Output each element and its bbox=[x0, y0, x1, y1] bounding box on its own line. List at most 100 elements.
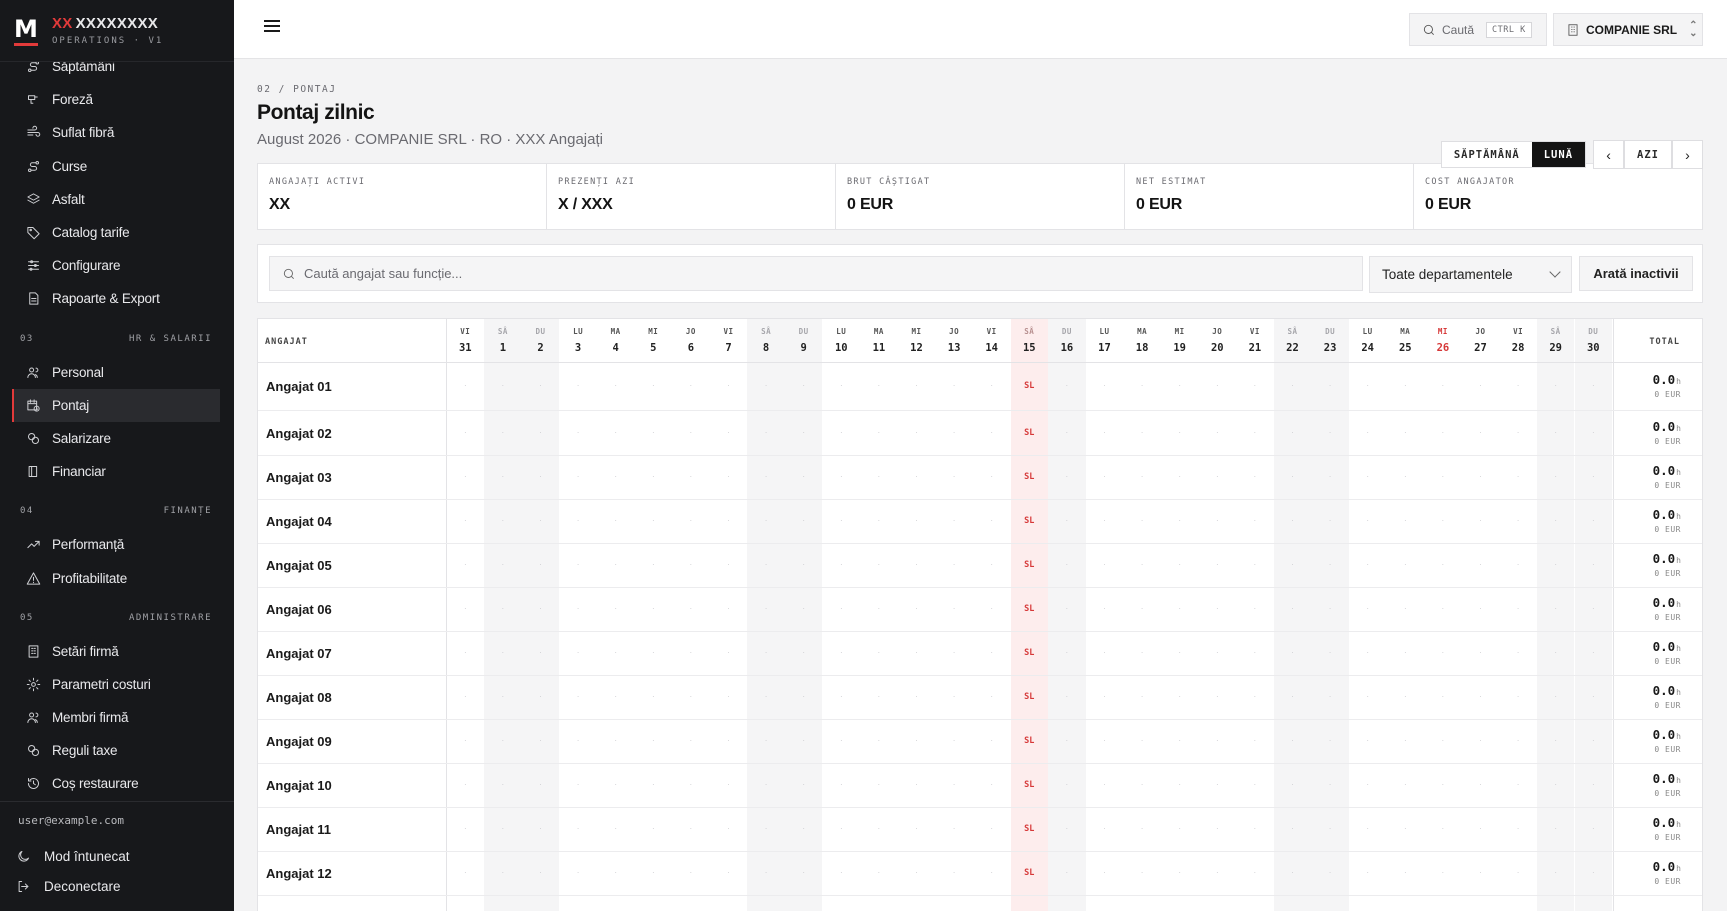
day-cell[interactable]: · bbox=[1424, 692, 1462, 701]
day-cell[interactable]: · bbox=[710, 648, 748, 657]
day-cell[interactable]: · bbox=[1086, 868, 1124, 877]
day-cell[interactable]: · bbox=[935, 736, 973, 745]
day-cell[interactable]: · bbox=[1199, 428, 1237, 437]
day-cell[interactable]: · bbox=[1199, 868, 1237, 877]
day-cell[interactable]: · bbox=[1424, 472, 1462, 481]
day-cell[interactable]: · bbox=[785, 736, 823, 745]
day-cell[interactable]: · bbox=[747, 472, 785, 481]
holiday-cell[interactable]: SL bbox=[1011, 692, 1049, 702]
day-cell[interactable]: · bbox=[672, 692, 710, 701]
day-cell[interactable]: · bbox=[935, 560, 973, 569]
day-cell[interactable]: · bbox=[1274, 736, 1312, 745]
prev-period-button[interactable]: ‹ bbox=[1593, 140, 1625, 169]
day-cell[interactable]: · bbox=[1123, 516, 1161, 525]
next-period-button[interactable]: › bbox=[1672, 140, 1703, 169]
day-cell[interactable]: · bbox=[1311, 604, 1349, 613]
day-cell[interactable]: · bbox=[1462, 648, 1500, 657]
day-cell[interactable]: · bbox=[672, 381, 710, 390]
employee-name[interactable]: Angajat 10 bbox=[266, 778, 332, 793]
day-cell[interactable]: · bbox=[710, 868, 748, 877]
day-cell[interactable]: · bbox=[635, 428, 673, 437]
day-cell[interactable]: · bbox=[1499, 560, 1537, 569]
sidebar-item-salarizare[interactable]: Salarizare bbox=[0, 422, 234, 455]
day-cell[interactable]: · bbox=[1274, 824, 1312, 833]
day-cell[interactable]: · bbox=[1575, 824, 1613, 833]
day-cell[interactable]: · bbox=[1424, 780, 1462, 789]
day-cell[interactable]: · bbox=[935, 604, 973, 613]
holiday-cell[interactable]: SL bbox=[1011, 516, 1049, 526]
employee-name[interactable]: Angajat 09 bbox=[266, 734, 332, 749]
day-cell[interactable]: · bbox=[1086, 736, 1124, 745]
day-cell[interactable]: · bbox=[1387, 516, 1425, 525]
sidebar-item-financiar[interactable]: Financiar bbox=[0, 455, 234, 488]
day-cell[interactable]: · bbox=[522, 428, 560, 437]
day-cell[interactable]: · bbox=[860, 648, 898, 657]
day-cell[interactable]: · bbox=[1123, 604, 1161, 613]
day-cell[interactable]: · bbox=[1499, 736, 1537, 745]
employee-name[interactable]: Angajat 03 bbox=[266, 470, 332, 485]
day-cell[interactable]: · bbox=[672, 780, 710, 789]
day-cell[interactable]: · bbox=[860, 381, 898, 390]
day-cell[interactable]: · bbox=[672, 472, 710, 481]
day-cell[interactable]: · bbox=[1236, 381, 1274, 390]
day-cell[interactable]: · bbox=[973, 736, 1011, 745]
day-cell[interactable]: · bbox=[935, 516, 973, 525]
day-cell[interactable]: · bbox=[1199, 560, 1237, 569]
day-cell[interactable]: · bbox=[635, 736, 673, 745]
day-cell[interactable]: · bbox=[672, 824, 710, 833]
day-cell[interactable]: · bbox=[1537, 692, 1575, 701]
day-cell[interactable]: · bbox=[484, 824, 522, 833]
day-cell[interactable]: · bbox=[559, 736, 597, 745]
day-cell[interactable]: · bbox=[823, 736, 861, 745]
day-cell[interactable]: · bbox=[635, 604, 673, 613]
day-cell[interactable]: · bbox=[1236, 472, 1274, 481]
day-cell[interactable]: · bbox=[1311, 824, 1349, 833]
day-cell[interactable]: · bbox=[1349, 472, 1387, 481]
day-cell[interactable]: · bbox=[1424, 381, 1462, 390]
day-cell[interactable]: · bbox=[973, 868, 1011, 877]
sidebar-item-setari-firma[interactable]: Setări firmă bbox=[0, 635, 234, 668]
day-cell[interactable]: · bbox=[785, 824, 823, 833]
day-cell[interactable]: · bbox=[1462, 428, 1500, 437]
day-cell[interactable]: · bbox=[1387, 824, 1425, 833]
sidebar-item-foreza[interactable]: Foreză bbox=[0, 83, 234, 116]
day-cell[interactable]: · bbox=[484, 780, 522, 789]
sidebar-item-cos-restaurare[interactable]: Coș restaurare bbox=[0, 767, 234, 800]
day-cell[interactable]: · bbox=[860, 428, 898, 437]
day-cell[interactable]: · bbox=[1575, 780, 1613, 789]
day-cell[interactable]: · bbox=[1199, 736, 1237, 745]
day-cell[interactable]: · bbox=[860, 516, 898, 525]
day-cell[interactable]: · bbox=[1349, 516, 1387, 525]
day-cell[interactable]: · bbox=[973, 692, 1011, 701]
day-cell[interactable]: · bbox=[1199, 516, 1237, 525]
day-cell[interactable]: · bbox=[823, 604, 861, 613]
day-cell[interactable]: · bbox=[935, 868, 973, 877]
day-cell[interactable]: · bbox=[1274, 604, 1312, 613]
day-cell[interactable]: · bbox=[1387, 868, 1425, 877]
day-cell[interactable]: · bbox=[1499, 604, 1537, 613]
day-cell[interactable]: · bbox=[1086, 560, 1124, 569]
day-cell[interactable]: · bbox=[635, 560, 673, 569]
day-cell[interactable]: · bbox=[935, 428, 973, 437]
day-cell[interactable]: · bbox=[1349, 868, 1387, 877]
day-cell[interactable]: · bbox=[1086, 780, 1124, 789]
day-cell[interactable]: · bbox=[1387, 648, 1425, 657]
day-cell[interactable]: · bbox=[1499, 472, 1537, 481]
day-cell[interactable]: · bbox=[1199, 692, 1237, 701]
day-cell[interactable]: · bbox=[1349, 692, 1387, 701]
day-cell[interactable]: · bbox=[823, 560, 861, 569]
sidebar-item-performanta[interactable]: Performanță bbox=[0, 528, 234, 561]
day-cell[interactable]: · bbox=[785, 780, 823, 789]
day-cell[interactable]: · bbox=[1123, 381, 1161, 390]
holiday-cell[interactable]: SL bbox=[1011, 381, 1049, 391]
day-cell[interactable]: · bbox=[447, 648, 485, 657]
employee-name[interactable]: Angajat 07 bbox=[266, 646, 332, 661]
day-cell[interactable]: · bbox=[860, 736, 898, 745]
global-search-button[interactable]: Caută CTRL K bbox=[1409, 13, 1547, 46]
view-week-button[interactable]: SĂPTĂMÂNĂ bbox=[1442, 142, 1532, 167]
day-cell[interactable]: · bbox=[635, 516, 673, 525]
day-cell[interactable]: · bbox=[635, 472, 673, 481]
day-cell[interactable]: · bbox=[1462, 780, 1500, 789]
day-cell[interactable]: · bbox=[860, 560, 898, 569]
day-cell[interactable]: · bbox=[823, 428, 861, 437]
